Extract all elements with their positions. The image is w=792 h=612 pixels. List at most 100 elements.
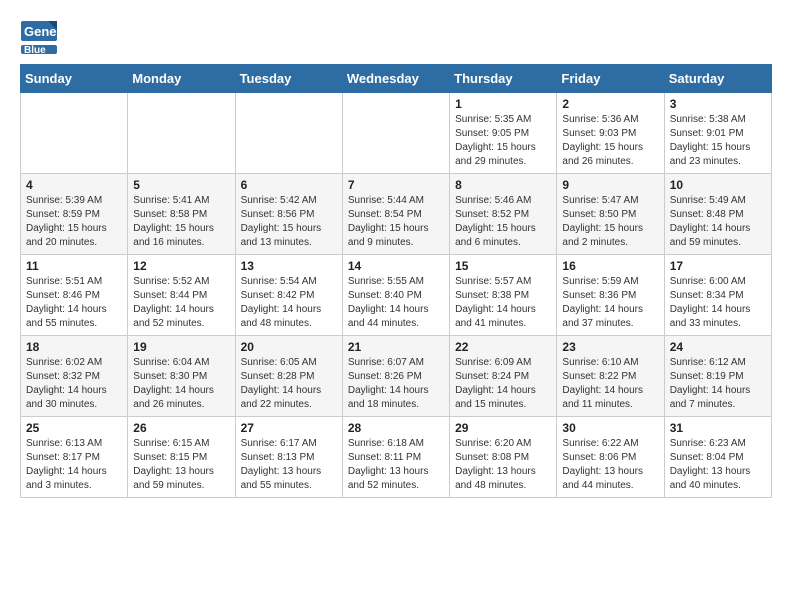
day-number: 7 (348, 178, 444, 192)
day-info: Sunrise: 5:57 AM Sunset: 8:38 PM Dayligh… (455, 275, 551, 331)
day-number: 8 (455, 178, 551, 192)
day-number: 12 (133, 259, 229, 273)
day-info: Sunrise: 6:00 AM Sunset: 8:34 PM Dayligh… (670, 275, 766, 331)
calendar-cell: 13 Sunrise: 5:54 AM Sunset: 8:42 PM Dayli… (235, 255, 342, 336)
calendar-cell: 17 Sunrise: 6:00 AM Sunset: 8:34 PM Dayli… (664, 255, 771, 336)
calendar-cell: 6 Sunrise: 5:42 AM Sunset: 8:56 PM Daylig… (235, 174, 342, 255)
calendar-cell: 1Sunrise: 5:35 AM Sunset: 9:05 PM Daylig… (450, 93, 557, 174)
day-number: 30 (562, 421, 658, 435)
calendar-cell (235, 93, 342, 174)
weekday-header-thursday: Thursday (450, 65, 557, 93)
calendar-cell: 11 Sunrise: 5:51 AM Sunset: 8:46 PM Dayli… (21, 255, 128, 336)
weekday-header-wednesday: Wednesday (342, 65, 449, 93)
day-number: 17 (670, 259, 766, 273)
day-number: 23 (562, 340, 658, 354)
calendar-cell: 22Sunrise: 6:09 AM Sunset: 8:24 PM Dayli… (450, 336, 557, 417)
calendar-cell: 14 Sunrise: 5:55 AM Sunset: 8:40 PM Dayli… (342, 255, 449, 336)
day-info: Sunrise: 6:20 AM Sunset: 8:08 PM Dayligh… (455, 437, 551, 493)
day-number: 19 (133, 340, 229, 354)
calendar-cell: 9 Sunrise: 5:47 AM Sunset: 8:50 PM Daylig… (557, 174, 664, 255)
svg-text:Blue: Blue (24, 45, 46, 54)
calendar-week-row: 18 Sunrise: 6:02 AM Sunset: 8:32 PM Dayli… (21, 336, 772, 417)
day-info: Sunrise: 5:51 AM Sunset: 8:46 PM Dayligh… (26, 275, 122, 331)
day-info: Sunrise: 6:23 AM Sunset: 8:04 PM Dayligh… (670, 437, 766, 493)
day-number: 4 (26, 178, 122, 192)
day-number: 27 (241, 421, 337, 435)
day-info: Sunrise: 5:42 AM Sunset: 8:56 PM Dayligh… (241, 194, 337, 250)
day-info: Sunrise: 6:07 AM Sunset: 8:26 PM Dayligh… (348, 356, 444, 412)
day-info: Sunrise: 5:36 AM Sunset: 9:03 PM Dayligh… (562, 113, 658, 169)
day-number: 14 (348, 259, 444, 273)
day-number: 3 (670, 97, 766, 111)
calendar-cell: 10Sunrise: 5:49 AM Sunset: 8:48 PM Dayli… (664, 174, 771, 255)
day-number: 15 (455, 259, 551, 273)
day-info: Sunrise: 6:22 AM Sunset: 8:06 PM Dayligh… (562, 437, 658, 493)
day-info: Sunrise: 6:04 AM Sunset: 8:30 PM Dayligh… (133, 356, 229, 412)
calendar-cell (342, 93, 449, 174)
calendar-cell: 5Sunrise: 5:41 AM Sunset: 8:58 PM Daylig… (128, 174, 235, 255)
day-info: Sunrise: 6:10 AM Sunset: 8:22 PM Dayligh… (562, 356, 658, 412)
calendar-cell: 19 Sunrise: 6:04 AM Sunset: 8:30 PM Dayli… (128, 336, 235, 417)
day-info: Sunrise: 5:54 AM Sunset: 8:42 PM Dayligh… (241, 275, 337, 331)
day-number: 29 (455, 421, 551, 435)
calendar-cell: 30 Sunrise: 6:22 AM Sunset: 8:06 PM Dayli… (557, 417, 664, 498)
day-number: 11 (26, 259, 122, 273)
day-number: 9 (562, 178, 658, 192)
calendar-cell: 4 Sunrise: 5:39 AM Sunset: 8:59 PM Daylig… (21, 174, 128, 255)
day-number: 31 (670, 421, 766, 435)
day-info: Sunrise: 5:44 AM Sunset: 8:54 PM Dayligh… (348, 194, 444, 250)
calendar-week-row: 11 Sunrise: 5:51 AM Sunset: 8:46 PM Dayli… (21, 255, 772, 336)
day-number: 13 (241, 259, 337, 273)
day-number: 1 (455, 97, 551, 111)
calendar-table: SundayMondayTuesdayWednesdayThursdayFrid… (20, 64, 772, 498)
calendar-cell: 12Sunrise: 5:52 AM Sunset: 8:44 PM Dayli… (128, 255, 235, 336)
calendar-cell: 29 Sunrise: 6:20 AM Sunset: 8:08 PM Dayli… (450, 417, 557, 498)
day-info: Sunrise: 6:13 AM Sunset: 8:17 PM Dayligh… (26, 437, 122, 493)
day-info: Sunrise: 5:49 AM Sunset: 8:48 PM Dayligh… (670, 194, 766, 250)
day-info: Sunrise: 6:12 AM Sunset: 8:19 PM Dayligh… (670, 356, 766, 412)
day-info: Sunrise: 5:55 AM Sunset: 8:40 PM Dayligh… (348, 275, 444, 331)
day-info: Sunrise: 6:17 AM Sunset: 8:13 PM Dayligh… (241, 437, 337, 493)
day-info: Sunrise: 5:39 AM Sunset: 8:59 PM Dayligh… (26, 194, 122, 250)
calendar-cell: 21 Sunrise: 6:07 AM Sunset: 8:26 PM Dayli… (342, 336, 449, 417)
day-number: 16 (562, 259, 658, 273)
day-number: 20 (241, 340, 337, 354)
calendar-cell: 15 Sunrise: 5:57 AM Sunset: 8:38 PM Dayli… (450, 255, 557, 336)
calendar-cell: 8 Sunrise: 5:46 AM Sunset: 8:52 PM Daylig… (450, 174, 557, 255)
calendar-cell: 25 Sunrise: 6:13 AM Sunset: 8:17 PM Dayli… (21, 417, 128, 498)
day-info: Sunrise: 5:59 AM Sunset: 8:36 PM Dayligh… (562, 275, 658, 331)
day-info: Sunrise: 5:46 AM Sunset: 8:52 PM Dayligh… (455, 194, 551, 250)
calendar-cell: 26 Sunrise: 6:15 AM Sunset: 8:15 PM Dayli… (128, 417, 235, 498)
calendar-week-row: 1Sunrise: 5:35 AM Sunset: 9:05 PM Daylig… (21, 93, 772, 174)
day-number: 6 (241, 178, 337, 192)
day-number: 28 (348, 421, 444, 435)
day-number: 24 (670, 340, 766, 354)
calendar-cell: 31 Sunrise: 6:23 AM Sunset: 8:04 PM Dayli… (664, 417, 771, 498)
logo: General Blue (20, 20, 58, 54)
day-info: Sunrise: 6:02 AM Sunset: 8:32 PM Dayligh… (26, 356, 122, 412)
day-info: Sunrise: 6:15 AM Sunset: 8:15 PM Dayligh… (133, 437, 229, 493)
day-number: 25 (26, 421, 122, 435)
calendar-cell: 3 Sunrise: 5:38 AM Sunset: 9:01 PM Daylig… (664, 93, 771, 174)
day-number: 26 (133, 421, 229, 435)
weekday-header-tuesday: Tuesday (235, 65, 342, 93)
day-info: Sunrise: 5:47 AM Sunset: 8:50 PM Dayligh… (562, 194, 658, 250)
weekday-header-saturday: Saturday (664, 65, 771, 93)
page-header: General Blue (20, 20, 772, 54)
day-info: Sunrise: 5:38 AM Sunset: 9:01 PM Dayligh… (670, 113, 766, 169)
day-number: 22 (455, 340, 551, 354)
calendar-cell: 20Sunrise: 6:05 AM Sunset: 8:28 PM Dayli… (235, 336, 342, 417)
calendar-cell: 18 Sunrise: 6:02 AM Sunset: 8:32 PM Dayli… (21, 336, 128, 417)
day-number: 18 (26, 340, 122, 354)
calendar-week-row: 4 Sunrise: 5:39 AM Sunset: 8:59 PM Daylig… (21, 174, 772, 255)
calendar-cell (128, 93, 235, 174)
day-number: 21 (348, 340, 444, 354)
day-number: 2 (562, 97, 658, 111)
calendar-cell: 16 Sunrise: 5:59 AM Sunset: 8:36 PM Dayli… (557, 255, 664, 336)
calendar-cell: 23 Sunrise: 6:10 AM Sunset: 8:22 PM Dayli… (557, 336, 664, 417)
calendar-week-row: 25 Sunrise: 6:13 AM Sunset: 8:17 PM Dayli… (21, 417, 772, 498)
calendar-cell: 24 Sunrise: 6:12 AM Sunset: 8:19 PM Dayli… (664, 336, 771, 417)
svg-text:General: General (24, 24, 58, 39)
calendar-cell: 2 Sunrise: 5:36 AM Sunset: 9:03 PM Daylig… (557, 93, 664, 174)
weekday-header-row: SundayMondayTuesdayWednesdayThursdayFrid… (21, 65, 772, 93)
